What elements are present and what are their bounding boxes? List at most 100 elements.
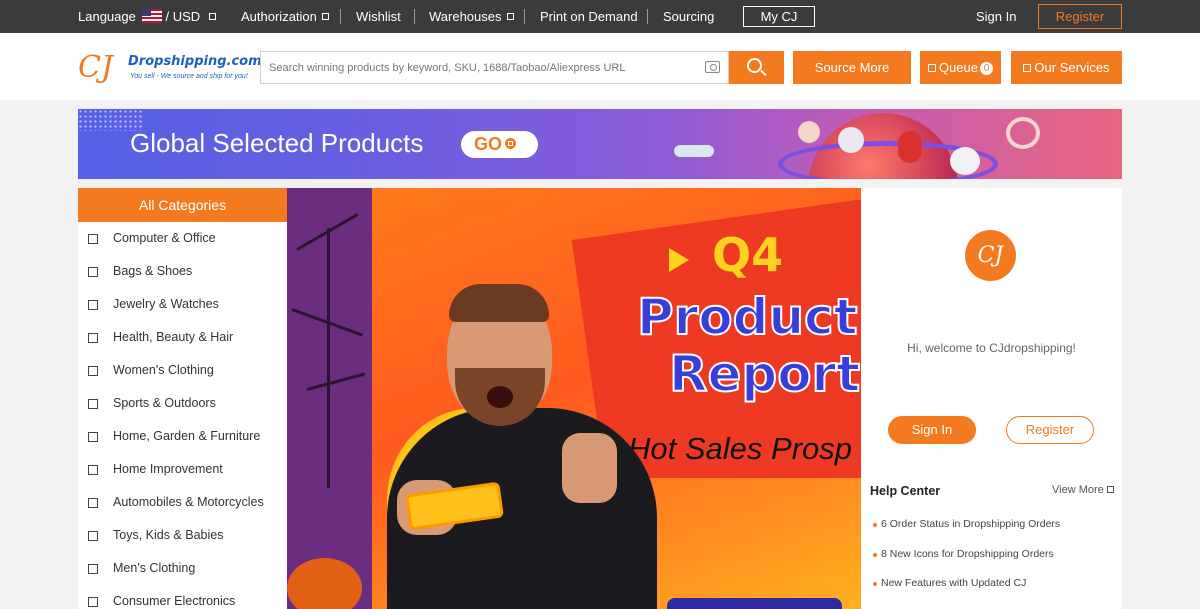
category-label: Automobiles & Motorcycles	[113, 495, 264, 509]
category-item[interactable]: Toys, Kids & Babies	[78, 519, 287, 552]
category-item[interactable]: Home, Garden & Furniture	[78, 420, 287, 453]
my-cj-button[interactable]: My CJ	[743, 6, 815, 27]
category-checkbox-icon	[88, 597, 98, 607]
category-item[interactable]: Men's Clothing	[78, 552, 287, 585]
man-hair	[449, 284, 549, 322]
language-currency-selector[interactable]: Language / USD	[78, 0, 216, 33]
currency-label: / USD	[165, 9, 201, 24]
category-item[interactable]: Women's Clothing	[78, 354, 287, 387]
authorization-menu[interactable]: Authorization	[241, 0, 329, 33]
divider	[524, 9, 525, 24]
category-label: Consumer Electronics	[113, 594, 236, 608]
go-arrow-icon	[505, 138, 517, 149]
category-checkbox-icon	[88, 432, 98, 442]
category-label: Toys, Kids & Babies	[113, 528, 224, 542]
category-checkbox-icon	[88, 399, 98, 409]
view-more-label: View More	[1052, 484, 1104, 496]
category-label: Health, Beauty & Hair	[113, 330, 234, 344]
pumpkin-graphic	[287, 558, 362, 609]
hero-product-text: Product	[636, 287, 859, 347]
top-navigation-bar: Language / USD Authorization Wishlist Wa…	[0, 0, 1200, 33]
divider	[414, 9, 415, 24]
source-more-button[interactable]: Source More	[793, 51, 911, 84]
all-categories-header[interactable]: All Categories	[78, 188, 287, 222]
play-arrow-icon	[669, 248, 689, 272]
queue-square-icon	[927, 64, 936, 72]
global-selected-products-banner[interactable]: Global Selected Products GO	[78, 109, 1122, 179]
dropdown-square-icon	[321, 13, 329, 20]
register-button[interactable]: Register	[1038, 4, 1122, 29]
hero-carousel-slide[interactable]: Q4 Product Report Hot Sales Prosp	[287, 188, 861, 609]
help-article-link[interactable]: 8 New Icons for Dropshipping Orders	[873, 548, 1054, 560]
wishlist-link[interactable]: Wishlist	[356, 0, 401, 33]
search-input[interactable]	[261, 52, 691, 83]
help-article-link[interactable]: 6 Order Status in Dropshipping Orders	[872, 518, 1060, 530]
category-label: Sports & Outdoors	[113, 396, 216, 410]
queue-count-badge: 0	[980, 62, 994, 75]
logo-mark: CJ	[78, 50, 113, 85]
services-square-icon	[1023, 64, 1032, 72]
view-more-square-icon	[1106, 486, 1114, 493]
language-label: Language	[78, 9, 136, 24]
category-item[interactable]: Sports & Outdoors	[78, 387, 287, 420]
queue-label: Queue	[938, 60, 979, 75]
category-item[interactable]: Jewelry & Watches	[78, 288, 287, 321]
banner-go-button[interactable]: GO	[461, 131, 538, 158]
warehouses-menu[interactable]: Warehouses	[429, 0, 514, 33]
category-checkbox-icon	[88, 465, 98, 475]
us-flag-icon	[142, 9, 163, 23]
headphones-image	[1006, 117, 1040, 149]
gadget-image	[674, 145, 714, 157]
sign-in-link[interactable]: Sign In	[976, 0, 1016, 33]
man-mouth	[487, 386, 513, 408]
banner-title: Global Selected Products	[130, 128, 424, 158]
search-box	[260, 51, 729, 84]
search-button[interactable]	[729, 51, 784, 84]
help-center-title: Help Center	[870, 484, 941, 498]
hero-report-text: Report	[668, 344, 861, 404]
logo-text: Dropshipping.com	[128, 54, 262, 69]
divider	[647, 9, 648, 24]
lamp-image	[898, 131, 922, 163]
man-hand	[562, 433, 617, 503]
queue-button[interactable]: Queue 0	[920, 51, 1001, 84]
logo-tagline: You sell - We source and ship for you!	[130, 73, 248, 80]
category-checkbox-icon	[88, 366, 98, 376]
divider	[340, 9, 341, 24]
category-label: Computer & Office	[113, 231, 216, 245]
help-article-link[interactable]: New Features with Updated CJ	[872, 577, 1026, 589]
sourcing-link[interactable]: Sourcing	[663, 0, 714, 33]
category-checkbox-icon	[88, 564, 98, 574]
panel-sign-in-button[interactable]: Sign In	[888, 416, 976, 444]
category-item[interactable]: Bags & Shoes	[78, 255, 287, 288]
hero-q4-text: Q4	[712, 228, 784, 282]
category-checkbox-icon	[88, 300, 98, 310]
category-sidebar: All Categories Computer & Office Bags & …	[78, 188, 287, 609]
steamer-image	[950, 147, 980, 175]
welcome-message: Hi, welcome to CJdropshipping!	[907, 341, 1076, 355]
print-on-demand-link[interactable]: Print on Demand	[540, 0, 638, 33]
category-item[interactable]: Automobiles & Motorcycles	[78, 486, 287, 519]
camera-icon[interactable]	[705, 61, 720, 73]
tree-trunk	[327, 228, 330, 488]
product-image	[798, 121, 820, 143]
category-item[interactable]: Computer & Office	[78, 222, 287, 255]
category-label: Men's Clothing	[113, 561, 196, 575]
our-services-button[interactable]: Our Services	[1011, 51, 1122, 84]
category-item[interactable]: Health, Beauty & Hair	[78, 321, 287, 354]
view-more-link[interactable]: View More	[1052, 484, 1114, 496]
hair-dryer-image	[838, 127, 864, 153]
go-label: GO	[474, 134, 503, 154]
panel-register-button[interactable]: Register	[1006, 416, 1094, 444]
category-label: Jewelry & Watches	[113, 297, 219, 311]
dropdown-square-icon	[506, 13, 514, 20]
cj-logo-icon: CJ	[965, 230, 1016, 281]
category-item[interactable]: Home Improvement	[78, 453, 287, 486]
category-checkbox-icon	[88, 498, 98, 508]
cj-dropshipping-logo[interactable]: CJ Dropshipping.com You sell - We source…	[78, 50, 262, 87]
authorization-label: Authorization	[241, 9, 317, 24]
category-item[interactable]: Consumer Electronics	[78, 585, 287, 609]
category-label: Women's Clothing	[113, 363, 214, 377]
category-checkbox-icon	[88, 531, 98, 541]
category-checkbox-icon	[88, 267, 98, 277]
